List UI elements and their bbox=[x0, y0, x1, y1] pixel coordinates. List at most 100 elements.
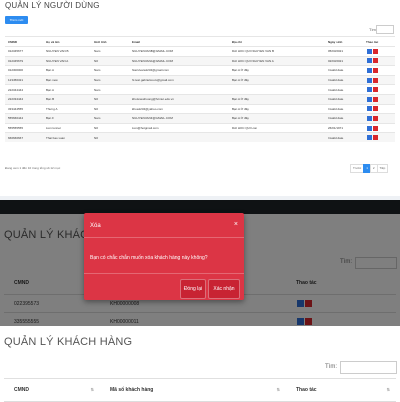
delete-confirm-modal: Xóa × Bạn có chắc chắn muốn xóa khách hà… bbox=[84, 213, 244, 300]
edit-icon[interactable] bbox=[367, 96, 372, 102]
table-row: 222334444 Bạn B Nữ khoisnewhuong@hcmut.edu.… bbox=[5, 93, 395, 105]
delete-icon[interactable] bbox=[373, 106, 378, 112]
cell-email: NGUYENVANF@GMAIL.COM bbox=[129, 113, 229, 124]
cell-actions bbox=[363, 93, 395, 105]
table-row: 555666444 Bạn F Nam NGUYENVANF@GMAIL.COM Bạn… bbox=[5, 113, 395, 124]
column-header[interactable]: Mã số khách hàng ⇅ bbox=[100, 378, 286, 402]
edit-icon[interactable] bbox=[367, 58, 372, 64]
table-row: 123456321 Bạn new Nam hi.test.gabrielcou.k@… bbox=[5, 74, 395, 85]
customers-panel: QUẢN LÝ KHÁCH HÀNG Tìm: CMND ⇅ Mã số khác… bbox=[0, 326, 400, 402]
users-panel: QUẢN LÝ NGƯỜI DÙNG Thêm mới Tìm: CMND Họ… bbox=[0, 0, 400, 200]
delete-icon[interactable] bbox=[373, 67, 378, 73]
modal-divider bbox=[84, 273, 244, 274]
cell-birthdate: Invalid date bbox=[325, 132, 363, 142]
delete-icon[interactable] bbox=[373, 77, 378, 83]
pager-next[interactable]: Tiếp bbox=[376, 164, 389, 173]
edit-icon[interactable] bbox=[367, 48, 372, 54]
delete-icon[interactable] bbox=[373, 125, 378, 131]
cell-birthdate: Invalid date bbox=[325, 103, 363, 114]
cell-birthdate: Invalid date bbox=[325, 113, 363, 124]
modal-title: Xóa bbox=[90, 223, 101, 229]
edit-icon[interactable] bbox=[367, 125, 372, 131]
page-title: QUẢN LÝ KHÁCH HÀNG bbox=[4, 336, 133, 348]
table-header-row: CMND Họ và tên Giới tính Email Địa chỉ N… bbox=[5, 36, 395, 47]
cell-gender: Nữ bbox=[91, 103, 129, 114]
page-title: QUẢN LÝ NGƯỜI DÙNG bbox=[5, 1, 100, 10]
cell-cmnd: 555666444 bbox=[5, 113, 43, 124]
edit-icon[interactable] bbox=[367, 135, 372, 141]
column-header[interactable]: Email bbox=[129, 36, 229, 47]
cell-email: hiacvivara1234@gmail.com bbox=[129, 65, 229, 76]
column-label: Thao tác bbox=[296, 387, 317, 393]
cell-name: Lion tunner bbox=[43, 122, 91, 133]
cell-birthdate: 05/03/2021 bbox=[325, 46, 363, 57]
table-row: 555555555 Lion tunner Nữ Lion@hotgmail.com D… bbox=[5, 122, 395, 133]
column-header[interactable]: CMND ⇅ bbox=[4, 378, 100, 402]
column-label: Mã số khách hàng bbox=[110, 387, 154, 393]
cell-address: DAI HOC QUI Lion bbox=[229, 122, 325, 133]
column-label: CMND bbox=[14, 387, 29, 393]
edit-icon[interactable] bbox=[367, 115, 372, 121]
delete-icon[interactable] bbox=[373, 115, 378, 121]
cell-gender: Nữ bbox=[91, 132, 129, 142]
table-row: 012345679 NGUYEN VAN A Nữ NGUYENVANA@GMAIL.… bbox=[5, 55, 395, 66]
cell-actions bbox=[363, 55, 395, 66]
search-label: Tìm: bbox=[325, 364, 337, 370]
column-header[interactable]: Giới tính bbox=[91, 36, 129, 47]
delete-icon[interactable] bbox=[373, 135, 378, 141]
cell-actions bbox=[363, 84, 395, 95]
cell-email: khoa1234@yahoo.com bbox=[129, 103, 229, 114]
delete-icon[interactable] bbox=[373, 58, 378, 64]
modal-close-button[interactable]: Đóng lại bbox=[180, 279, 206, 299]
column-header[interactable]: Ngày sinh bbox=[325, 36, 363, 47]
cell-email: NGUYENVANB@GMAIL.COM bbox=[129, 46, 229, 57]
cell-gender: Nam bbox=[91, 65, 129, 76]
edit-icon[interactable] bbox=[367, 77, 372, 83]
modal-confirm-button[interactable]: Xác nhận bbox=[208, 279, 240, 299]
cell-name: Bạn F bbox=[43, 113, 91, 124]
cell-name: Bạn A bbox=[43, 84, 91, 95]
edit-icon[interactable] bbox=[367, 87, 372, 93]
column-header[interactable]: Họ và tên bbox=[43, 36, 91, 47]
delete-icon[interactable] bbox=[373, 48, 378, 54]
column-header[interactable]: Địa chỉ bbox=[229, 36, 325, 47]
edit-icon[interactable] bbox=[367, 67, 372, 73]
table-row: 666666667 Thai bao xuan Nữ Invalid date bbox=[5, 132, 395, 142]
column-header[interactable]: CMND bbox=[5, 36, 43, 47]
cell-address: DAI HOC QUI NGUYEN VAN B bbox=[229, 46, 325, 57]
cell-gender: Nam bbox=[91, 84, 129, 95]
table-header-row: CMND ⇅ Mã số khách hàng ⇅ Thao tác ⇅ bbox=[4, 378, 396, 402]
modal-divider bbox=[84, 237, 244, 238]
table-row: 222344444 Bạn A Nam Invalid date bbox=[5, 84, 395, 95]
cell-birthdate: Invalid date bbox=[325, 84, 363, 95]
cell-name: Bạn new bbox=[43, 74, 91, 85]
close-icon[interactable]: × bbox=[234, 221, 238, 228]
search-input[interactable] bbox=[340, 361, 397, 374]
cell-gender: Nữ bbox=[91, 122, 129, 133]
cell-actions bbox=[363, 103, 395, 114]
cell-cmnd: 012300000 bbox=[5, 65, 43, 76]
cell-address bbox=[229, 132, 325, 142]
pager-prev[interactable]: Trước bbox=[350, 164, 365, 173]
cell-name: Thưng A bbox=[43, 103, 91, 114]
cell-cmnd: 123456321 bbox=[5, 74, 43, 85]
cell-gender: Nam bbox=[91, 113, 129, 124]
delete-icon[interactable] bbox=[373, 87, 378, 93]
column-header: Thao tác bbox=[363, 36, 395, 47]
cell-address: Bạn A Ở đây bbox=[229, 74, 325, 85]
add-user-button[interactable]: Thêm mới bbox=[5, 16, 28, 24]
cell-name: NGUYEN VAN B bbox=[43, 46, 91, 57]
cell-cmnd: 333444555 bbox=[5, 103, 43, 114]
edit-icon[interactable] bbox=[367, 106, 372, 112]
cell-gender: Nữ bbox=[91, 55, 129, 66]
search-input[interactable] bbox=[376, 25, 394, 34]
cell-cmnd: 666666667 bbox=[5, 132, 43, 142]
cell-address: Bạn A Ở đây bbox=[229, 93, 325, 105]
sort-icon: ⇅ bbox=[386, 387, 390, 392]
customers-table: CMND ⇅ Mã số khách hàng ⇅ Thao tác ⇅ bbox=[4, 378, 396, 402]
delete-icon[interactable] bbox=[373, 96, 378, 102]
cell-email: hi.test.gabrielcou.k@gmail.com bbox=[129, 74, 229, 85]
cell-birthdate: 02/03/2021 bbox=[325, 55, 363, 66]
cell-birthdate: Invalid date bbox=[325, 93, 363, 105]
table-info: Đang xem 1 đến 10 trong tổng số 12 mục bbox=[5, 166, 61, 170]
